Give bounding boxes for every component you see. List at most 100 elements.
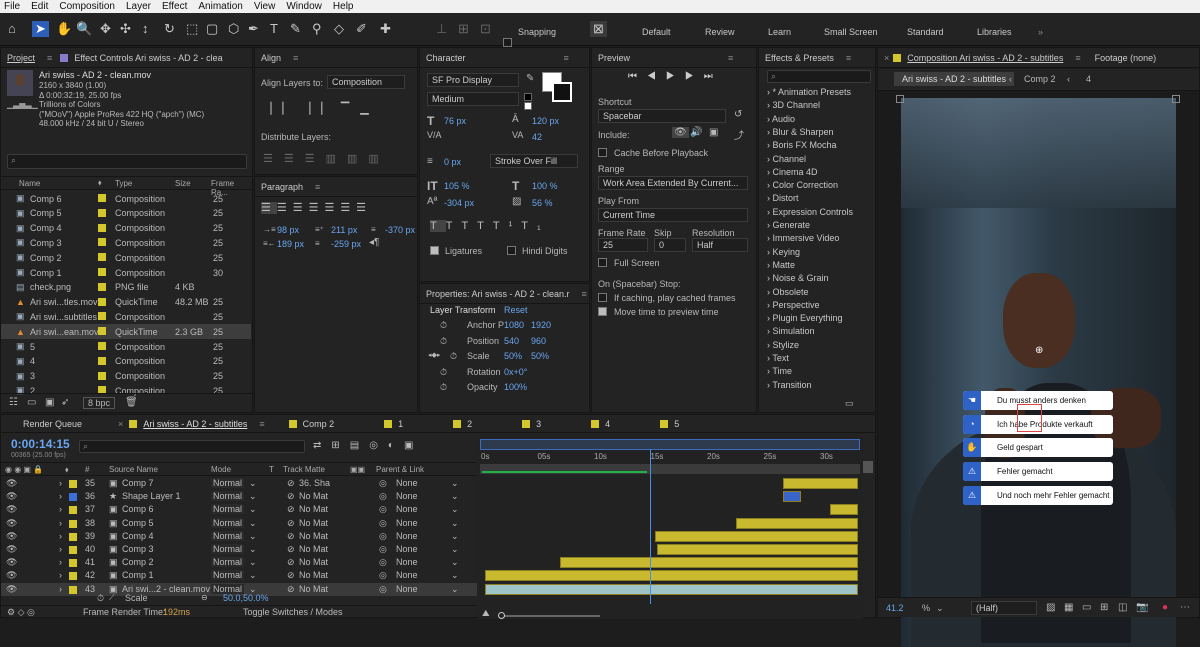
col-type[interactable]: Type: [115, 179, 132, 188]
keyframe-nav-icon[interactable]: ◂◆▸: [428, 351, 440, 359]
close-icon[interactable]: ×: [884, 53, 889, 63]
bpc-button[interactable]: 8 bpc: [83, 397, 116, 409]
project-item[interactable]: ▣ Comp 3 Composition 25: [1, 235, 251, 250]
brush-tool-icon[interactable]: ✎: [290, 21, 301, 37]
new-folder-icon[interactable]: ▭: [845, 398, 854, 409]
playback-controls[interactable]: ⏮◀▶▶⏭: [628, 71, 723, 82]
parent-dropdown[interactable]: None: [396, 557, 418, 567]
space-before-value[interactable]: -370 px: [385, 225, 415, 235]
track-matte-link-icon[interactable]: ⊘: [287, 518, 295, 529]
track-matte-dropdown[interactable]: No Mat: [299, 570, 328, 580]
reset-link[interactable]: Reset: [504, 305, 528, 315]
align-buttons[interactable]: ▕▏▕▏▔▁: [263, 102, 380, 115]
effect-category[interactable]: › Color Correction: [767, 180, 838, 190]
video-toggle-icon[interactable]: 👁: [672, 127, 689, 138]
menu-file[interactable]: File: [4, 1, 20, 12]
layer-duration-bar[interactable]: [783, 478, 858, 489]
new-comp-icon[interactable]: ▣: [45, 397, 54, 408]
eye-icon[interactable]: 👁: [6, 491, 17, 502]
footer-icons[interactable]: ⚙ ◇ ◎: [7, 607, 35, 618]
effect-category[interactable]: › Plugin Everything: [767, 313, 843, 323]
chevron-right-icon[interactable]: ›: [59, 478, 62, 488]
chevron-down-icon[interactable]: ⌄: [249, 531, 257, 542]
world-axis-icon[interactable]: ⊞: [458, 21, 469, 37]
layer-duration-bar[interactable]: [485, 570, 858, 582]
scale-y[interactable]: 50%: [531, 351, 549, 361]
range-dropdown[interactable]: Work Area Extended By Current...: [598, 176, 748, 190]
effect-category[interactable]: › Channel: [767, 154, 806, 164]
layer-row[interactable]: 👁 › 35 ▣ Comp 7 Normal ⌄ ⊘ 36. Sha ◎ None ⌄: [1, 477, 477, 490]
menu-icon[interactable]: ≡: [47, 53, 52, 63]
chevron-down-icon[interactable]: ⌄: [249, 570, 257, 581]
layer-duration-bar[interactable]: [783, 491, 802, 503]
subtitle-card[interactable]: ⚠ Fehler gemacht: [963, 462, 1113, 482]
more-icon[interactable]: ⋯: [1180, 602, 1190, 613]
effect-category[interactable]: › Text: [767, 353, 789, 363]
mode-dropdown[interactable]: Normal: [211, 570, 245, 581]
interpret-footage-icon[interactable]: ☷: [9, 397, 18, 408]
reset-icon[interactable]: ↺: [734, 109, 742, 120]
stopwatch-icon[interactable]: ⏱: [450, 351, 457, 362]
render-queue-icon[interactable]: ➶: [61, 397, 69, 408]
eye-icon[interactable]: 👁: [6, 570, 17, 581]
camera-tool-icon[interactable]: ⬚: [186, 21, 198, 37]
chevron-down-icon[interactable]: ⌄: [451, 531, 459, 542]
chevron-down-icon[interactable]: ⌄: [249, 504, 257, 515]
pickwhip-icon[interactable]: ◎: [379, 531, 387, 542]
project-item[interactable]: ▣ 4 Composition 25: [1, 354, 251, 369]
timeline-tab-2[interactable]: 2: [467, 419, 472, 429]
scale-property-value[interactable]: 50.0,50.0%: [223, 593, 269, 603]
mode-dropdown[interactable]: Normal: [211, 517, 245, 528]
stopwatch-icon[interactable]: ⏱: [440, 367, 447, 378]
region-icon[interactable]: ▨: [1046, 602, 1055, 613]
dolly-tool-icon[interactable]: ↕: [142, 21, 149, 37]
track-matte-dropdown[interactable]: No Mat: [299, 544, 328, 554]
timeline-scrollbar[interactable]: [863, 461, 873, 473]
effect-category[interactable]: › Obsolete: [767, 287, 809, 297]
project-item[interactable]: ▲ Ari swi...tles.mov QuickTime 48.2 MB 25: [1, 295, 251, 310]
parent-dropdown[interactable]: None: [396, 478, 418, 488]
effect-category[interactable]: › Blur & Sharpen: [767, 127, 834, 137]
layer-row[interactable]: 👁 › 40 ▣ Comp 3 Normal ⌄ ⊘ No Mat ◎ None ⌄: [1, 543, 477, 556]
mode-dropdown[interactable]: Normal: [211, 504, 245, 515]
space-after-value[interactable]: -259 px: [331, 239, 361, 249]
eyedropper-icon[interactable]: ✎: [526, 73, 534, 84]
vertical-scale-value[interactable]: 105 %: [444, 181, 470, 191]
menu-icon[interactable]: ≡: [582, 289, 587, 299]
selection-tool-icon[interactable]: ➤: [32, 21, 49, 37]
font-size-value[interactable]: 76 px: [444, 116, 466, 126]
horizontal-scale-value[interactable]: 100 %: [532, 181, 558, 191]
menu-edit[interactable]: Edit: [31, 1, 48, 12]
trash-icon[interactable]: 🗑: [125, 397, 138, 408]
effect-category[interactable]: › Perspective: [767, 300, 820, 310]
effect-category[interactable]: › Matte: [767, 260, 795, 270]
pickwhip-icon[interactable]: ◎: [379, 478, 387, 489]
eye-icon[interactable]: 👁: [6, 518, 17, 529]
roto-tool-icon[interactable]: ✐: [356, 21, 367, 37]
mode-dropdown[interactable]: Normal: [211, 530, 245, 541]
comp-nav-active[interactable]: Ari swiss - AD 2 - subtitles: [894, 72, 1015, 86]
puppet-tool-icon[interactable]: ✚: [380, 21, 391, 37]
comp-nav-comp2[interactable]: Comp 2: [1024, 74, 1056, 84]
justify-buttons[interactable]: ☰☰☰☰☰☰☰: [261, 201, 372, 214]
view-axis-icon[interactable]: ⊡: [480, 21, 491, 37]
workspace-review[interactable]: Review: [705, 27, 735, 37]
stopwatch-icon[interactable]: ⏱: [440, 336, 447, 347]
camera-icon[interactable]: 📷: [1136, 602, 1148, 613]
eye-icon[interactable]: 👁: [6, 531, 17, 542]
work-area-bar[interactable]: [480, 439, 860, 450]
timeline-tab-4[interactable]: 4: [605, 419, 610, 429]
menu-window[interactable]: Window: [286, 1, 322, 12]
align-to-dropdown[interactable]: Composition: [327, 75, 405, 89]
white-swatch[interactable]: [524, 102, 532, 110]
tsume-value[interactable]: 56 %: [532, 198, 553, 208]
effect-category[interactable]: › Transition: [767, 380, 812, 390]
video-frame[interactable]: [901, 98, 1176, 647]
mode-dropdown[interactable]: Normal: [211, 491, 245, 502]
effects-search-input[interactable]: ⌕: [767, 70, 871, 83]
scale-x[interactable]: 50%: [504, 351, 522, 361]
chevron-down-icon[interactable]: ⌄: [936, 603, 944, 614]
rotation-value[interactable]: 0x+0°: [504, 367, 527, 377]
link-icon[interactable]: ⊖: [201, 593, 208, 602]
layer-row[interactable]: 👁 › 39 ▣ Comp 4 Normal ⌄ ⊘ No Mat ◎ None ⌄: [1, 530, 477, 543]
